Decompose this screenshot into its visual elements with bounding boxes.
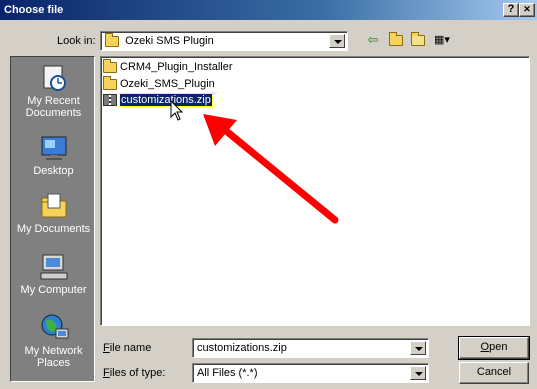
zip-file-icon	[103, 94, 117, 107]
help-button[interactable]: ?	[503, 3, 519, 17]
lookin-value: Ozeki SMS Plugin	[125, 35, 214, 47]
place-recent-documents[interactable]: My Recent Documents	[11, 63, 96, 119]
lookin-label: Look in:	[57, 35, 96, 47]
chevron-down-icon[interactable]	[410, 366, 426, 380]
open-button[interactable]: Open	[458, 336, 530, 360]
desktop-icon	[38, 133, 70, 163]
my-computer-icon	[38, 252, 70, 282]
place-network-places[interactable]: My Network Places	[11, 313, 96, 369]
close-icon: ✕	[523, 4, 531, 14]
folder-icon	[103, 75, 117, 90]
lookin-combo[interactable]: Ozeki SMS Plugin	[100, 31, 348, 51]
new-folder-icon[interactable]	[409, 32, 427, 48]
close-button[interactable]: ✕	[519, 3, 535, 17]
file-name: customizations.zip	[119, 93, 213, 107]
file-name: CRM4_Plugin_Installer	[120, 61, 233, 73]
place-label: My Recent Documents	[25, 95, 82, 119]
list-item[interactable]: CRM4_Plugin_Installer	[103, 58, 233, 75]
place-my-computer[interactable]: My Computer	[11, 252, 96, 296]
cancel-button[interactable]: Cancel	[459, 362, 529, 384]
filetype-value: All Files (*.*)	[197, 367, 258, 379]
filename-input[interactable]: customizations.zip	[192, 338, 429, 358]
my-documents-icon	[38, 191, 70, 221]
network-places-icon	[38, 313, 70, 343]
annotation-arrow-icon	[203, 114, 339, 224]
title-bar: Choose file ? ✕	[0, 0, 537, 20]
places-bar: My Recent Documents Desktop My Documents	[10, 56, 95, 382]
place-label: My Documents	[16, 223, 91, 235]
folder-icon	[105, 32, 119, 47]
back-icon[interactable]: ⇦	[364, 32, 382, 48]
recent-documents-icon	[38, 63, 70, 93]
place-label: My Computer	[20, 284, 87, 296]
list-item[interactable]: Ozeki_SMS_Plugin	[103, 75, 215, 92]
dialog-title: Choose file	[4, 4, 64, 16]
up-folder-icon[interactable]	[387, 32, 405, 48]
views-menu-icon[interactable]: ▦▾	[430, 32, 454, 48]
chevron-down-icon[interactable]	[329, 34, 345, 48]
place-label: Desktop	[33, 165, 74, 177]
chevron-down-icon[interactable]	[410, 341, 426, 355]
filetype-label: Files of type:	[103, 367, 166, 379]
mouse-cursor-icon	[170, 100, 184, 121]
place-desktop[interactable]: Desktop	[11, 133, 96, 177]
place-label: My Network Places	[24, 345, 83, 369]
file-name: Ozeki_SMS_Plugin	[120, 78, 215, 90]
list-item-selected[interactable]: customizations.zip	[103, 93, 213, 108]
folder-icon	[103, 58, 117, 73]
place-my-documents[interactable]: My Documents	[11, 191, 96, 235]
filename-value: customizations.zip	[197, 342, 287, 354]
filetype-select[interactable]: All Files (*.*)	[192, 363, 429, 383]
filename-label: File name	[103, 342, 152, 354]
